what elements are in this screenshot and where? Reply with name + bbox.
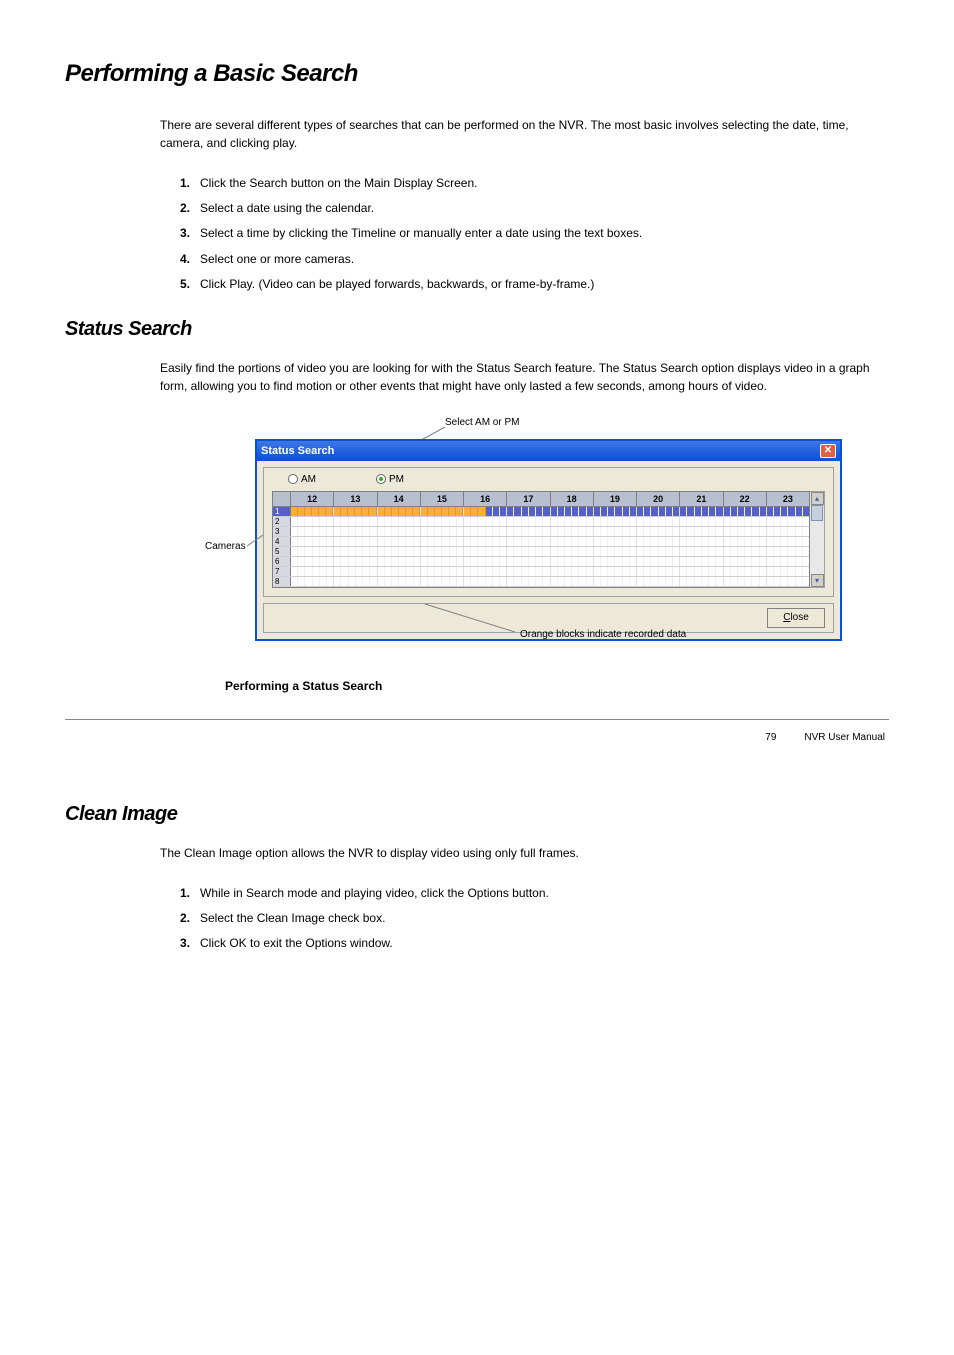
close-icon: ✕ [824, 445, 832, 456]
hour-header-cell: 13 [334, 492, 377, 506]
table-row: 6 [273, 557, 809, 567]
page-footer: 79 NVR User Manual [65, 732, 889, 743]
list-item: 2.Select the Clean Image check box. [180, 909, 889, 928]
list-item: 1.Click the Search button on the Main Di… [180, 174, 889, 193]
list-item: 5.Click Play. (Video can be played forwa… [180, 275, 889, 294]
chevron-up-icon: ▴ [815, 494, 819, 503]
list-item: 2.Select a date using the calendar. [180, 199, 889, 218]
hour-header-cell: 21 [680, 492, 723, 506]
hour-header-cell: 18 [551, 492, 594, 506]
timeline-grid[interactable]: 12 13 14 15 16 17 18 19 20 21 22 [272, 491, 810, 588]
status-search-intro: Easily find the portions of video you ar… [160, 359, 889, 395]
radio-am[interactable]: AM [288, 474, 316, 485]
hour-header-cell: 23 [767, 492, 809, 506]
camera-row-label: 3 [273, 527, 291, 536]
clean-image-steps: 1.While in Search mode and playing video… [180, 884, 889, 954]
camera-row-label: 2 [273, 517, 291, 526]
scroll-down-button[interactable]: ▾ [811, 574, 824, 587]
radio-pm[interactable]: PM [376, 474, 404, 485]
heading-clean-image: Clean Image [65, 803, 889, 826]
table-row: 2 [273, 517, 809, 527]
scroll-thumb[interactable] [811, 505, 823, 521]
close-button[interactable]: Close [767, 608, 825, 628]
hour-header-row: 12 13 14 15 16 17 18 19 20 21 22 [273, 492, 809, 507]
clean-image-intro: The Clean Image option allows the NVR to… [160, 844, 889, 862]
camera-row-label: 8 [273, 577, 291, 586]
doc-title-footer: NVR User Manual [804, 732, 885, 743]
callout-cameras: Cameras [205, 541, 246, 552]
camera-row-label: 6 [273, 557, 291, 566]
hour-header-cell: 16 [464, 492, 507, 506]
camera-row-label: 7 [273, 567, 291, 576]
window-title: Status Search [261, 445, 334, 457]
camera-row-label: 5 [273, 547, 291, 556]
table-row: 1 [273, 507, 809, 517]
page-number: 79 [765, 732, 776, 743]
camera-row-label: 4 [273, 537, 291, 546]
table-row: 3 [273, 527, 809, 537]
table-row: 7 [273, 567, 809, 577]
heading-status-search: Status Search [65, 318, 889, 341]
camera-row-label: 1 [273, 507, 291, 516]
table-row: 4 [273, 537, 809, 547]
scroll-up-button[interactable]: ▴ [811, 492, 824, 505]
hour-header-cell: 12 [291, 492, 334, 506]
hour-header-cell: 19 [594, 492, 637, 506]
status-search-screenshot: Cameras Status Search ✕ AM [255, 439, 889, 641]
callout-select-ampm: Select AM or PM [445, 417, 519, 428]
list-item: 3.Select a time by clicking the Timeline… [180, 224, 889, 243]
hour-header-cell: 17 [507, 492, 550, 506]
hour-header-cell: 22 [724, 492, 767, 506]
radio-am-label: AM [301, 474, 316, 485]
heading-performing-basic-search: Performing a Basic Search [65, 60, 889, 88]
vertical-scrollbar[interactable]: ▴ ▾ [810, 491, 825, 588]
callout-recorded-data: Orange blocks indicate recorded data [520, 629, 686, 640]
list-item: 1.While in Search mode and playing video… [180, 884, 889, 903]
list-item: 4.Select one or more cameras. [180, 250, 889, 269]
status-search-window: Status Search ✕ AM PM [255, 439, 842, 641]
table-row: 8 [273, 577, 809, 587]
chevron-down-icon: ▾ [815, 576, 819, 585]
basic-search-intro: There are several different types of sea… [160, 116, 889, 152]
status-steps-heading: Performing a Status Search [225, 677, 889, 695]
window-titlebar: Status Search ✕ [257, 441, 840, 461]
hour-header-cell: 20 [637, 492, 680, 506]
window-close-button[interactable]: ✕ [820, 444, 836, 458]
table-row: 5 [273, 547, 809, 557]
radio-pm-label: PM [389, 474, 404, 485]
hour-header-cell: 14 [378, 492, 421, 506]
hour-header-cell: 15 [421, 492, 464, 506]
basic-search-steps: 1.Click the Search button on the Main Di… [180, 174, 889, 294]
divider [65, 719, 889, 720]
list-item: 3.Click OK to exit the Options window. [180, 934, 889, 953]
